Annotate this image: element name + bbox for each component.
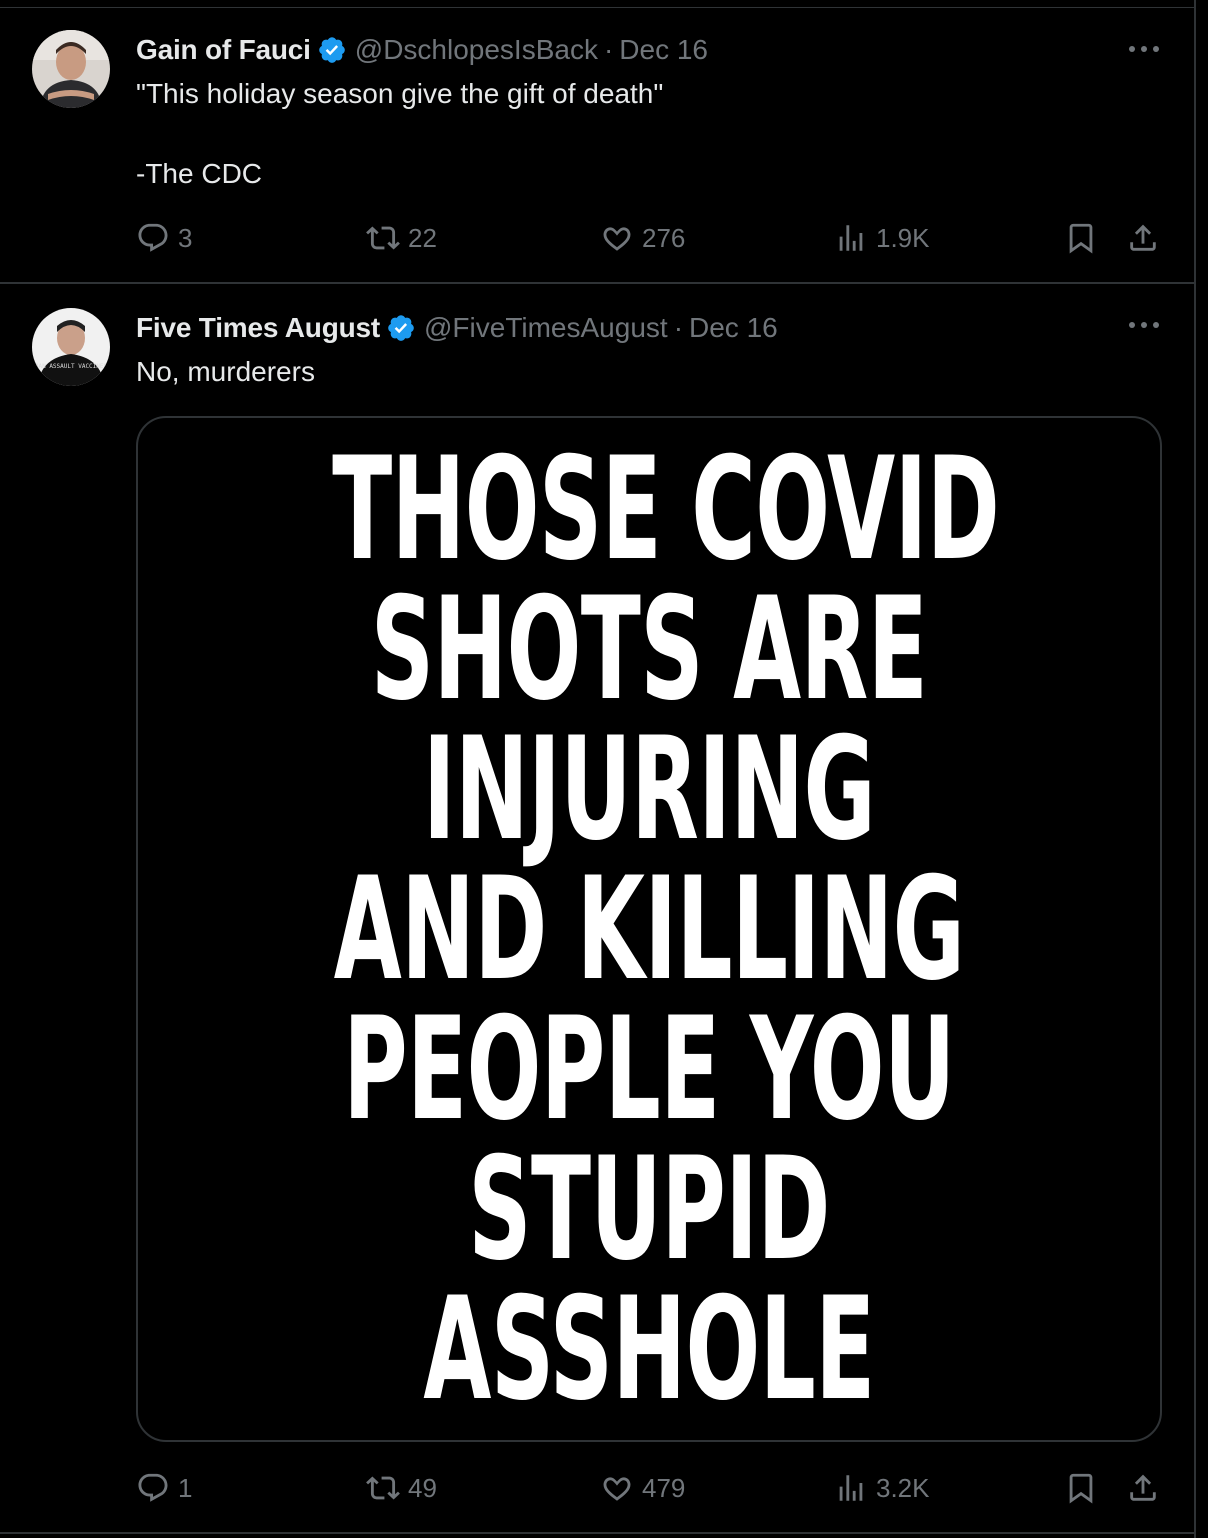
bookmark-icon bbox=[1069, 223, 1093, 254]
media-text-line: SHOTS ARE bbox=[370, 567, 928, 732]
reply-icon bbox=[138, 1473, 168, 1502]
share-button[interactable] bbox=[1126, 218, 1160, 258]
display-name[interactable]: Five Times August bbox=[136, 312, 380, 344]
display-name[interactable]: Gain of Fauci bbox=[136, 34, 311, 66]
tweet[interactable]: Gain of Fauci @DschlopesIsBack · Dec 16 … bbox=[0, 8, 1194, 284]
retweet-count: 49 bbox=[408, 1472, 437, 1503]
tweet[interactable]: BAN ASSAULT VACCINES Five Times August @… bbox=[0, 284, 1194, 1534]
handle[interactable]: @FiveTimesAugust bbox=[424, 312, 668, 344]
tweet-text: "This holiday season give the gift of de… bbox=[136, 78, 664, 189]
share-icon bbox=[1130, 224, 1156, 251]
avatar[interactable] bbox=[32, 30, 110, 108]
views-button[interactable]: 1.9K bbox=[834, 218, 930, 258]
reply-button[interactable]: 1 bbox=[136, 1468, 192, 1508]
verified-badge-icon[interactable] bbox=[317, 35, 347, 65]
bookmark-icon bbox=[1069, 1473, 1093, 1504]
view-count: 3.2K bbox=[876, 1472, 930, 1503]
retweet-button[interactable]: 22 bbox=[366, 218, 437, 258]
views-icon bbox=[839, 1475, 863, 1501]
separator: · bbox=[603, 34, 614, 65]
share-button[interactable] bbox=[1126, 1468, 1160, 1508]
top-divider bbox=[0, 0, 1196, 8]
views-button[interactable]: 3.2K bbox=[834, 1468, 930, 1508]
reply-icon bbox=[138, 223, 168, 252]
media-text-line: ASSHOLE bbox=[423, 1267, 875, 1432]
tweet-header: Five Times August @FiveTimesAugust · Dec… bbox=[136, 310, 778, 346]
separator: · bbox=[673, 312, 684, 343]
bookmark-button[interactable] bbox=[1064, 1468, 1098, 1508]
like-button[interactable]: 479 bbox=[600, 1468, 685, 1508]
retweet-count: 22 bbox=[408, 222, 437, 253]
tweet-actions: 3 22 276 1.9K bbox=[0, 218, 1194, 258]
like-button[interactable]: 276 bbox=[600, 218, 685, 258]
media-text-line: THOSE COVID bbox=[332, 427, 1000, 592]
reply-button[interactable]: 3 bbox=[136, 218, 192, 258]
tweet-text: No, murderers bbox=[136, 356, 315, 387]
like-icon bbox=[603, 227, 631, 251]
reply-count: 1 bbox=[178, 1472, 193, 1503]
timestamp[interactable]: Dec 16 bbox=[619, 34, 708, 66]
like-count: 276 bbox=[642, 222, 686, 253]
media-image-text: THOSE COVID SHOTS ARE INJURING AND KILLI… bbox=[332, 427, 1000, 1432]
verified-badge-icon[interactable] bbox=[386, 313, 416, 343]
retweet-button[interactable]: 49 bbox=[366, 1468, 437, 1508]
share-icon bbox=[1130, 1474, 1156, 1501]
media-text-line: PEOPLE YOU bbox=[343, 987, 955, 1152]
view-count: 1.9K bbox=[876, 222, 930, 253]
bookmark-button[interactable] bbox=[1064, 218, 1098, 258]
timestamp[interactable]: Dec 16 bbox=[689, 312, 778, 344]
more-icon[interactable] bbox=[1124, 310, 1164, 340]
views-icon bbox=[839, 225, 863, 251]
tweet-actions: 1 49 479 3.2K bbox=[0, 1468, 1194, 1508]
column-border bbox=[1194, 0, 1196, 1538]
avatar[interactable]: BAN ASSAULT VACCINES bbox=[32, 308, 110, 386]
media-text-line: AND KILLING bbox=[333, 847, 965, 1012]
retweet-icon bbox=[366, 1476, 400, 1500]
like-icon bbox=[603, 1477, 631, 1501]
more-icon[interactable] bbox=[1124, 34, 1164, 64]
media-text-line: INJURING bbox=[422, 707, 876, 872]
tweet-header: Gain of Fauci @DschlopesIsBack · Dec 16 bbox=[136, 32, 708, 68]
avatar-shirt-text: BAN ASSAULT VACCINES bbox=[35, 363, 108, 370]
like-count: 479 bbox=[642, 1472, 686, 1503]
media-text-line: STUPID bbox=[468, 1127, 830, 1292]
handle[interactable]: @DschlopesIsBack bbox=[355, 34, 598, 66]
media-image[interactable]: THOSE COVID SHOTS ARE INJURING AND KILLI… bbox=[136, 416, 1162, 1442]
retweet-icon bbox=[366, 226, 400, 250]
reply-count: 3 bbox=[178, 222, 193, 253]
